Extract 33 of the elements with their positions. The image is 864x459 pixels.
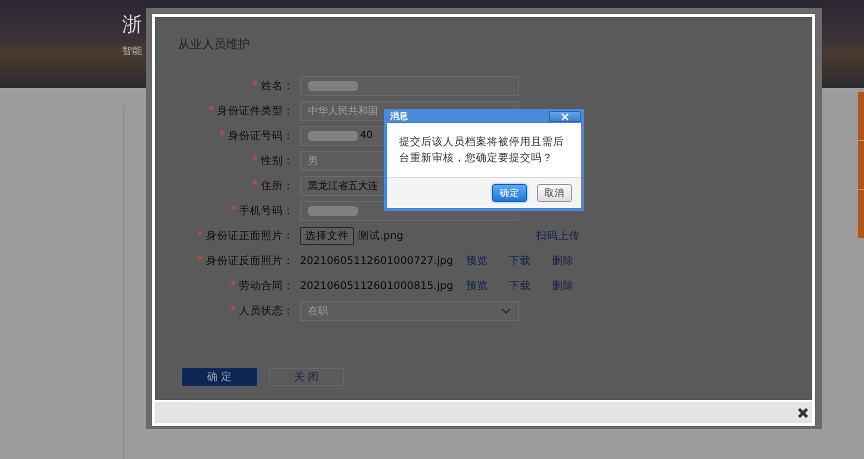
field-label: 身份证件类型： — [217, 105, 294, 117]
field-label: 人员状态： — [239, 305, 294, 317]
form-title: 从业人员维护 — [178, 36, 251, 52]
required-mark: * — [230, 303, 236, 317]
field-value: 中华人民共和国 — [308, 104, 378, 118]
file-name: 20210605112601000727.jpg — [300, 254, 454, 266]
required-mark: * — [230, 278, 236, 292]
dialog-title: 消息 — [389, 110, 408, 122]
field-value: 男 — [308, 154, 318, 168]
field-value: 黑龙江省五大连 — [308, 180, 378, 192]
required-mark: * — [197, 253, 203, 267]
field-label: 住所： — [261, 180, 294, 192]
field-label: 身份证号码： — [228, 130, 294, 142]
field-label: 姓名： — [261, 80, 294, 92]
required-mark: * — [197, 228, 203, 242]
site-subtitle: 智能 — [122, 44, 143, 58]
field-label: 身份证正面照片： — [206, 230, 294, 242]
required-mark: * — [252, 153, 258, 167]
required-mark: * — [230, 203, 236, 217]
field-label: 劳动合同： — [239, 280, 294, 292]
field-label: 身份证反面照片： — [206, 255, 294, 267]
required-mark: * — [252, 178, 258, 192]
required-mark: * — [219, 128, 225, 142]
file-name: 20210605112601000815.jpg — [300, 280, 454, 292]
select-value: 在职 — [308, 304, 328, 318]
file-name: 测试.png — [358, 228, 404, 242]
field-label: 性别： — [261, 155, 294, 167]
field-value: 40 — [360, 130, 373, 141]
required-mark: * — [252, 78, 258, 92]
field-label: 手机号码： — [239, 205, 294, 217]
required-mark: * — [208, 103, 214, 117]
dialog-message: 提交后该人员档案将被停用且需后台重新审核，您确定要提交吗？ — [398, 135, 565, 166]
site-title: 浙 — [122, 12, 143, 36]
